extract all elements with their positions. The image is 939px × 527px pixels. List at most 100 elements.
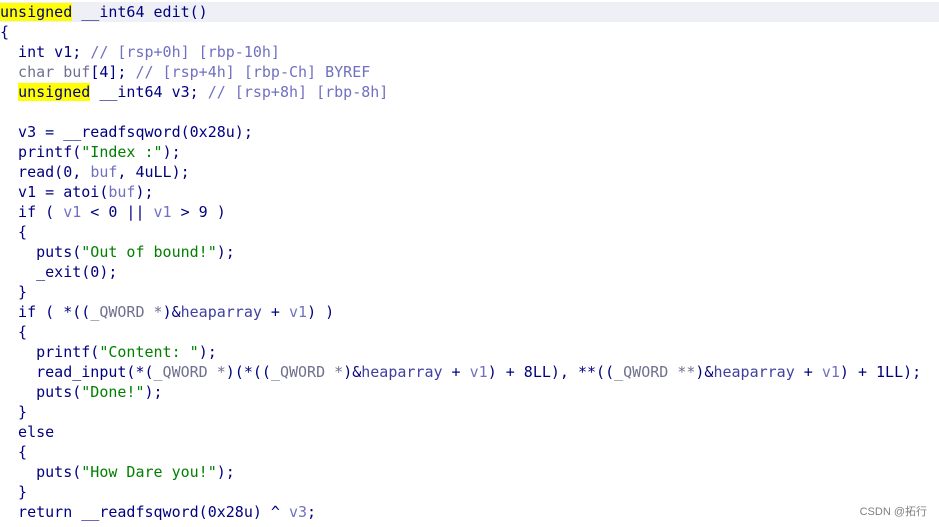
code-token: read(0, <box>0 163 91 181</box>
code-line[interactable]: printf("Content: "); <box>0 342 939 362</box>
code-token: + <box>794 363 822 381</box>
code-line[interactable]: v3 = __readfsqword(0x28u); <box>0 122 939 142</box>
code-token: v1 = atoi( <box>0 183 109 201</box>
code-token: } <box>0 483 28 501</box>
code-token: "Content: " <box>99 343 199 361</box>
code-token: if ( *(( <box>0 303 91 321</box>
code-token: "Done!" <box>81 383 145 401</box>
code-token: + <box>442 363 470 381</box>
code-token: v1 <box>469 363 488 381</box>
code-token: < 0 || <box>81 203 154 221</box>
code-token: ) + 8LL), **(( <box>487 363 615 381</box>
code-token: , 4uLL); <box>117 163 190 181</box>
code-token: puts( <box>0 383 82 401</box>
code-token: _QWORD ** <box>614 363 696 381</box>
code-line[interactable]: printf("Index :"); <box>0 142 939 162</box>
code-line[interactable]: } <box>0 482 939 502</box>
code-token: ) ) <box>307 303 335 321</box>
code-line[interactable]: read(0, buf, 4uLL); <box>0 162 939 182</box>
code-line[interactable]: puts("Done!"); <box>0 382 939 402</box>
pseudocode-view[interactable]: unsigned __int64 edit(){ int v1; // [rsp… <box>0 2 939 522</box>
code-line[interactable]: read_input(*(_QWORD *)(*((_QWORD *)&heap… <box>0 362 939 382</box>
code-token: _QWORD * <box>90 303 163 321</box>
code-token: ; <box>307 503 317 521</box>
watermark: CSDN @拓行 <box>859 506 927 518</box>
code-token: v1 <box>821 363 840 381</box>
code-token: char buf <box>0 63 91 81</box>
code-token: printf( <box>0 143 82 161</box>
code-token: v1 <box>289 303 308 321</box>
code-line[interactable]: if ( *((_QWORD *)&heaparray + v1) ) <box>0 302 939 322</box>
code-token: { <box>0 323 28 341</box>
code-line[interactable]: } <box>0 402 939 422</box>
code-token: v1 <box>63 203 82 221</box>
code-token: { <box>0 23 10 41</box>
code-line[interactable]: puts("How Dare you!"); <box>0 462 939 482</box>
code-token: ; <box>117 63 136 81</box>
code-line[interactable]: { <box>0 442 939 462</box>
code-line[interactable]: v1 = atoi(buf); <box>0 182 939 202</box>
code-token: ); <box>216 463 235 481</box>
code-token: // [rsp+8h] [rbp-8h] <box>207 83 389 101</box>
code-token: // [rsp+4h] [rbp-Ch] BYREF <box>135 63 371 81</box>
code-token: ) + 1LL); <box>839 363 922 381</box>
code-token: heaparray <box>713 363 795 381</box>
code-token: { <box>0 223 28 241</box>
code-token: ); <box>162 143 181 161</box>
highlighted-token: unsigned <box>18 83 91 101</box>
code-line[interactable]: { <box>0 22 939 42</box>
code-token: } <box>0 283 28 301</box>
code-line[interactable]: return __readfsqword(0x28u) ^ v3; <box>0 502 939 522</box>
code-token: "Out of bound!" <box>81 243 217 261</box>
code-token: v1 <box>153 203 172 221</box>
code-token: return __readfsqword(0x28u) ^ <box>0 503 289 521</box>
code-token: int v1; <box>0 43 91 61</box>
code-token: > 9 ) <box>171 203 226 221</box>
code-token: ); <box>198 343 217 361</box>
code-line[interactable]: if ( v1 < 0 || v1 > 9 ) <box>0 202 939 222</box>
code-token: buf <box>90 163 118 181</box>
code-token: // [rsp+0h] [rbp-10h] <box>90 43 280 61</box>
code-line[interactable]: unsigned __int64 v3; // [rsp+8h] [rbp-8h… <box>0 82 939 102</box>
code-token: ); <box>135 183 154 201</box>
code-token: )(*(( <box>225 363 271 381</box>
code-line[interactable]: { <box>0 222 939 242</box>
code-token: _QWORD * <box>270 363 344 381</box>
code-line[interactable]: puts("Out of bound!"); <box>0 242 939 262</box>
code-token: heaparray <box>361 363 443 381</box>
code-line[interactable]: _exit(0); <box>0 262 939 282</box>
code-line[interactable]: char buf[4]; // [rsp+4h] [rbp-Ch] BYREF <box>0 62 939 82</box>
highlighted-token: unsigned <box>0 3 73 21</box>
code-token: else <box>0 423 55 441</box>
code-token: )& <box>162 303 181 321</box>
code-token: "Index :" <box>81 143 163 161</box>
code-token: } <box>0 403 28 421</box>
code-token: [4] <box>90 63 118 81</box>
code-line[interactable]: else <box>0 422 939 442</box>
code-token: "How Dare you!" <box>81 463 217 481</box>
code-token: __int64 edit() <box>72 3 208 21</box>
code-token: buf <box>108 183 136 201</box>
code-token: _exit(0); <box>0 263 118 281</box>
code-token: v3 = __readfsqword(0x28u); <box>0 123 253 141</box>
code-token: read_input(*( <box>0 363 154 381</box>
code-line[interactable]: { <box>0 322 939 342</box>
code-token: __int64 v3; <box>90 83 208 101</box>
code-token: { <box>0 443 28 461</box>
code-token: ); <box>216 243 235 261</box>
code-token: puts( <box>0 243 82 261</box>
code-token: if ( <box>0 203 64 221</box>
code-token: )& <box>695 363 714 381</box>
code-line[interactable]: int v1; // [rsp+0h] [rbp-10h] <box>0 42 939 62</box>
code-token: puts( <box>0 463 82 481</box>
code-line[interactable]: } <box>0 282 939 302</box>
code-line[interactable]: unsigned __int64 edit() <box>0 2 939 22</box>
code-token: _QWORD * <box>153 363 226 381</box>
code-token: )& <box>343 363 362 381</box>
code-line[interactable] <box>0 102 939 122</box>
code-token: + <box>261 303 289 321</box>
code-token: heaparray <box>180 303 262 321</box>
code-token: v3 <box>288 503 308 521</box>
code-token: ); <box>144 383 163 401</box>
